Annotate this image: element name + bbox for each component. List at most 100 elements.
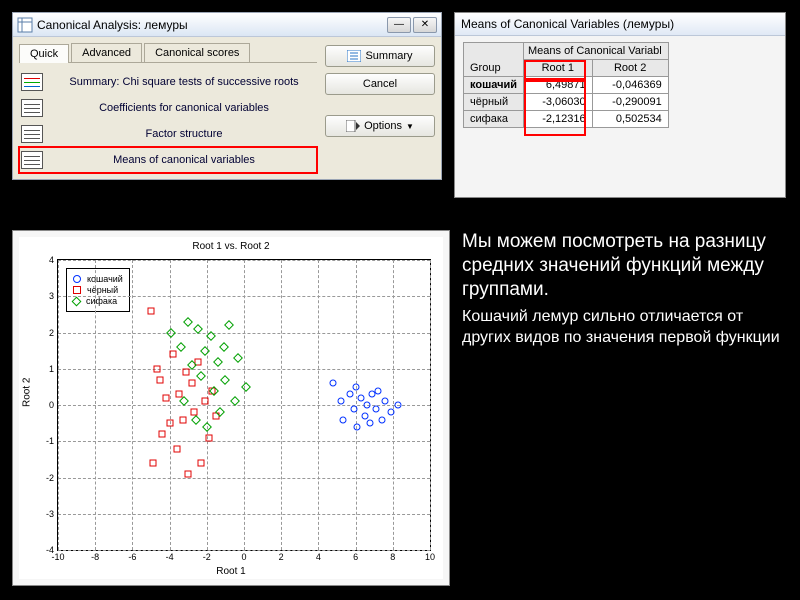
data-point [224, 320, 234, 330]
dialog-title: Canonical Analysis: лемуры [37, 18, 387, 32]
data-point [330, 380, 337, 387]
data-point [374, 387, 381, 394]
data-point [352, 383, 359, 390]
table-row: кошачий6,49871-0,046369 [464, 77, 669, 94]
options-icon [346, 120, 360, 132]
data-point [196, 371, 206, 381]
data-point [220, 375, 230, 385]
cancel-button[interactable]: Cancel [325, 73, 435, 95]
data-point [202, 422, 212, 432]
marker-diamond-green [72, 296, 82, 306]
summary-icon [347, 50, 361, 62]
tab-row: Quick Advanced Canonical scores [19, 43, 317, 63]
data-point [183, 369, 190, 376]
table-title: Means of Canonical Variables (лемуры) [455, 13, 785, 36]
paragraph-1: Мы можем посмотреть на разницу средних з… [462, 230, 788, 301]
item-label: Coefficients for canonical variables [53, 102, 315, 114]
group-header: Group [464, 43, 524, 77]
means-table: Group Means of Canonical Variabl Root 1 … [463, 42, 669, 128]
marker-square-red [73, 286, 81, 294]
data-point [213, 357, 223, 367]
col-root1: Root 1 [524, 60, 593, 77]
item-means-canonical[interactable]: Means of canonical variables [19, 147, 317, 173]
button-label: Cancel [363, 78, 397, 90]
mega-header: Means of Canonical Variabl [524, 43, 669, 60]
options-button[interactable]: Options ▼ [325, 115, 435, 137]
tab-quick[interactable]: Quick [19, 44, 69, 63]
legend-label: кошачий [87, 274, 123, 284]
data-point [200, 346, 210, 356]
data-point [347, 391, 354, 398]
col-root2: Root 2 [592, 60, 668, 77]
item-label: Means of canonical variables [53, 154, 315, 166]
data-point [149, 460, 156, 467]
data-point [358, 394, 365, 401]
explanation-text: Мы можем посмотреть на разницу средних з… [462, 230, 788, 349]
data-point [201, 398, 208, 405]
titlebar[interactable]: Canonical Analysis: лемуры — ✕ [13, 13, 441, 37]
data-point [176, 342, 186, 352]
item-factor-structure[interactable]: Factor structure [19, 121, 317, 147]
table-row: сифака-2,123160,502534 [464, 111, 669, 128]
grid-icon [21, 125, 43, 143]
data-point [373, 405, 380, 412]
legend-label: сифака [86, 296, 117, 306]
data-point [361, 412, 368, 419]
data-point [166, 420, 173, 427]
button-label: Summary [365, 50, 412, 62]
data-point [367, 420, 374, 427]
tab-canonical-scores[interactable]: Canonical scores [144, 43, 250, 62]
data-point [382, 398, 389, 405]
marker-circle-blue [73, 275, 81, 283]
button-label: Options [364, 120, 402, 132]
data-point [191, 415, 201, 425]
y-axis-label: Root 2 [22, 378, 33, 407]
item-label: Summary: Chi square tests of successive … [53, 76, 315, 88]
tab-advanced[interactable]: Advanced [71, 43, 142, 62]
data-point [188, 380, 195, 387]
close-button[interactable]: ✕ [413, 17, 437, 33]
data-point [395, 402, 402, 409]
data-point [387, 409, 394, 416]
data-point [148, 307, 155, 314]
data-point [198, 460, 205, 467]
data-point [339, 416, 346, 423]
plot-title: Root 1 vs. Root 2 [19, 241, 443, 252]
data-point [205, 434, 212, 441]
data-point [170, 351, 177, 358]
chevron-down-icon: ▼ [406, 122, 414, 131]
minimize-button[interactable]: — [387, 17, 411, 33]
legend: кошачий чёрный сифака [66, 268, 130, 312]
data-point [183, 317, 193, 327]
data-point [175, 391, 182, 398]
plot-area: кошачий чёрный сифака -10-8-6-4-20246810… [57, 259, 431, 551]
item-summary-chisquare[interactable]: Summary: Chi square tests of successive … [19, 69, 317, 95]
grid-icon [21, 99, 43, 117]
data-point [363, 402, 370, 409]
summary-button[interactable]: Summary [325, 45, 435, 67]
means-table-panel: Means of Canonical Variables (лемуры) Gr… [454, 12, 786, 198]
grid-icon [21, 151, 43, 169]
x-axis-label: Root 1 [19, 566, 443, 577]
data-point [241, 382, 251, 392]
data-point [185, 470, 192, 477]
data-point [167, 328, 177, 338]
data-point [219, 342, 229, 352]
legend-label: чёрный [87, 285, 118, 295]
data-point [179, 416, 186, 423]
data-point [174, 445, 181, 452]
table-row: чёрный-3,06030-0,290091 [464, 94, 669, 111]
scatter-plot-panel: Root 1 vs. Root 2 Root 2 Root 1 кошачий … [12, 230, 450, 586]
item-coefficients[interactable]: Coefficients for canonical variables [19, 95, 317, 121]
paragraph-2: Кошачий лемур сильно отличается от други… [462, 307, 788, 349]
data-point [354, 423, 361, 430]
data-point [337, 398, 344, 405]
data-point [162, 394, 169, 401]
data-point [233, 353, 243, 363]
app-icon [17, 17, 33, 33]
data-point [153, 365, 160, 372]
data-point [378, 416, 385, 423]
data-point [350, 405, 357, 412]
data-point [159, 431, 166, 438]
grid-icon [21, 73, 43, 91]
